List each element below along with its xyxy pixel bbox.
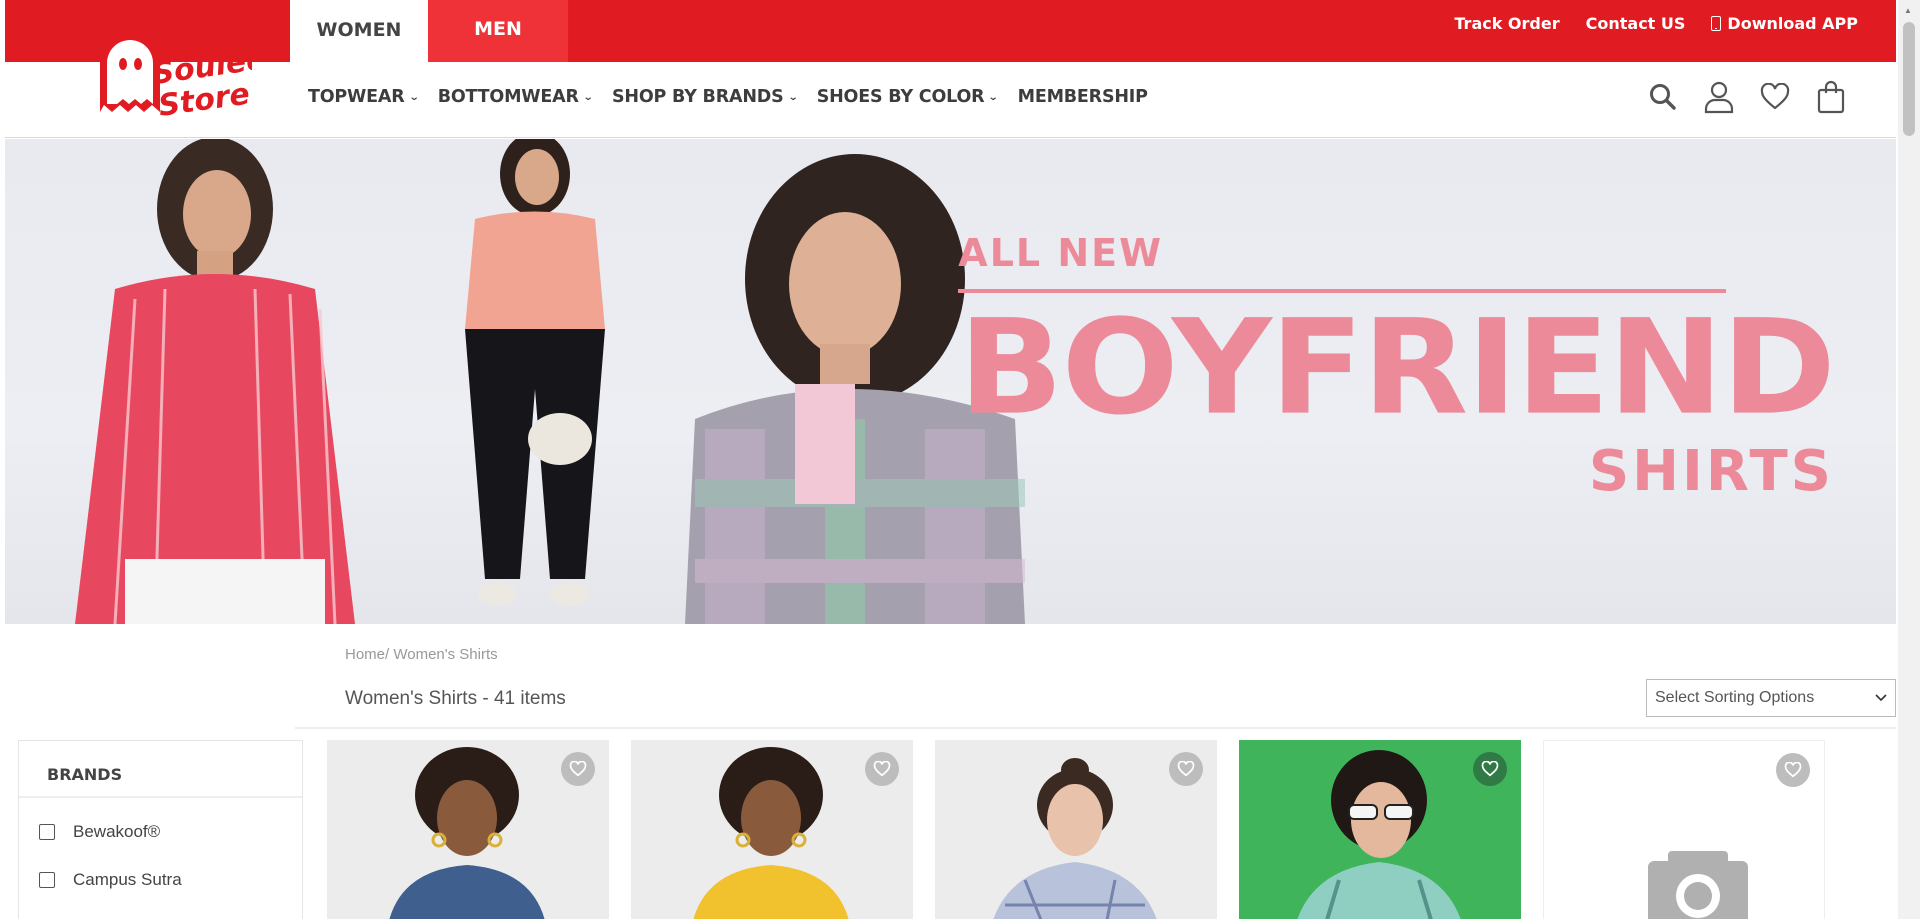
brand-filter-panel: BRANDS Bewakoof® Campus Sutra — [18, 740, 303, 919]
breadcrumb[interactable]: Home/ Women's Shirts — [345, 646, 498, 663]
page-title: Women's Shirts - 41 items — [345, 688, 566, 709]
top-links: Track Order Contact US Download APP — [1454, 14, 1858, 33]
chevron-down-icon: ⌄ — [408, 91, 419, 103]
product-card[interactable] — [1239, 740, 1521, 919]
filter-option-bewakoof[interactable]: Bewakoof® — [19, 808, 302, 856]
product-card[interactable] — [631, 740, 913, 919]
tab-men[interactable]: MEN — [428, 0, 568, 62]
scroll-thumb[interactable] — [1903, 22, 1915, 136]
nav-membership-label: MEMBERSHIP — [1017, 87, 1148, 107]
banner-line-all-new: ALL NEW — [958, 231, 1164, 275]
content-divider — [295, 727, 1896, 729]
heart-icon — [569, 761, 587, 777]
chevron-down-icon: ⌄ — [787, 91, 798, 103]
track-order-link[interactable]: Track Order — [1454, 14, 1559, 33]
nav-topwear-label: TOPWEAR — [308, 87, 405, 107]
contact-us-link[interactable]: Contact US — [1586, 14, 1686, 33]
product-card[interactable] — [327, 740, 609, 919]
page-scrollbar[interactable]: ▲ — [1898, 0, 1920, 919]
product-card[interactable] — [1543, 740, 1825, 919]
bag-icon[interactable] — [1814, 80, 1848, 114]
download-app-link[interactable]: Download APP — [1711, 14, 1858, 33]
main-nav: TOPWEAR ⌄ BOTTOMWEAR ⌄ SHOP BY BRANDS ⌄ … — [5, 62, 1896, 138]
hero-banner[interactable]: ALL NEW BOYFRIEND SHIRTS — [5, 139, 1896, 624]
wishlist-button[interactable] — [561, 752, 595, 786]
sort-select-label: Select Sorting Options — [1655, 689, 1815, 706]
filter-option-campus-sutra[interactable]: Campus Sutra — [19, 856, 302, 904]
heart-icon — [1177, 761, 1195, 777]
wishlist-button[interactable] — [1169, 752, 1203, 786]
sort-select[interactable]: Select Sorting Options — [1646, 679, 1896, 717]
scroll-up-arrow-icon[interactable]: ▲ — [1904, 6, 1912, 15]
nav-shop-by-brands[interactable]: SHOP BY BRANDS ⌄ — [611, 87, 798, 107]
tab-women[interactable]: WOMEN — [290, 0, 428, 63]
checkbox[interactable] — [39, 872, 55, 888]
filter-heading: BRANDS — [19, 741, 302, 798]
nav-shoes-by-color[interactable]: SHOES BY COLOR ⌄ — [816, 87, 999, 107]
wishlist-button[interactable] — [1473, 752, 1507, 786]
search-icon[interactable] — [1646, 80, 1680, 114]
nav-bottomwear-label: BOTTOMWEAR — [437, 87, 579, 107]
nav-bottomwear[interactable]: BOTTOMWEAR ⌄ — [437, 87, 594, 107]
nav-shoes-by-color-label: SHOES BY COLOR — [816, 87, 985, 107]
banner-headline: ALL NEW BOYFRIEND SHIRTS — [958, 231, 1836, 504]
wishlist-button[interactable] — [865, 752, 899, 786]
souled-store-logo[interactable]: The Souled Store — [92, 22, 270, 126]
nav-shop-by-brands-label: SHOP BY BRANDS — [611, 87, 784, 107]
heart-icon[interactable] — [1758, 80, 1792, 114]
heart-icon — [1481, 761, 1499, 777]
filter-option-label: Bewakoof® — [73, 822, 161, 841]
wishlist-button[interactable] — [1776, 753, 1810, 787]
banner-line-boyfriend: BOYFRIEND — [958, 291, 1836, 444]
nav-membership[interactable]: MEMBERSHIP — [1018, 87, 1148, 107]
user-icon[interactable] — [1702, 80, 1736, 114]
banner-line-shirts: SHIRTS — [1588, 439, 1834, 504]
heart-icon — [873, 761, 891, 777]
download-app-label: Download APP — [1727, 14, 1858, 33]
checkbox[interactable] — [39, 824, 55, 840]
chevron-down-icon: ⌄ — [988, 91, 999, 103]
product-card[interactable] — [935, 740, 1217, 919]
chevron-down-icon: ⌄ — [582, 91, 594, 103]
nav-topwear[interactable]: TOPWEAR ⌄ — [308, 87, 419, 107]
chevron-down-icon — [1875, 689, 1887, 707]
filter-option-label: Campus Sutra — [73, 870, 182, 889]
heart-icon — [1784, 762, 1802, 778]
phone-icon — [1711, 16, 1722, 31]
